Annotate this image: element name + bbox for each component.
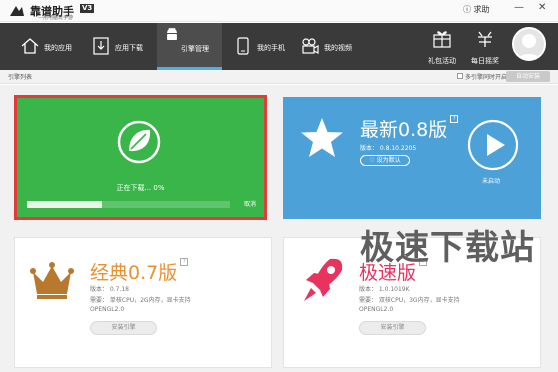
minimize-icon[interactable]: — <box>514 2 524 13</box>
close-icon[interactable]: ✕ <box>538 2 546 13</box>
question-mark-icon[interactable]: ? <box>450 115 459 123</box>
install-engine-button[interactable]: 安装引擎 <box>359 321 426 335</box>
main-nav: 我的应用 应用下载 引擎管理 我的手机 我的视频 礼包活动 每日摇奖 <box>0 23 558 70</box>
engine-latest-version: 版本： 0.8.10.2205 <box>360 145 417 152</box>
engine-latest-status: 未启动 <box>482 178 501 185</box>
download-status-text: 正在下载... 0% <box>116 184 165 192</box>
help-circle-icon: ⓘ <box>463 5 471 14</box>
engine-card-classic[interactable]: 经典0.7版? 版本： 0.7.18 需要： 单核CPU，2G内存，显卡支持 O… <box>14 237 272 368</box>
leaf-download-icon <box>117 120 161 164</box>
auto-install-button[interactable]: 自动安装 <box>506 71 550 82</box>
avatar[interactable] <box>512 27 546 61</box>
download-progress-bar <box>27 201 230 208</box>
engine-card-downloading[interactable]: 正在下载... 0% 取消 <box>14 95 267 220</box>
app-logo-icon <box>10 6 24 16</box>
nav-label: 应用下载 <box>115 44 143 52</box>
title-bar: 靠谱助手 V3 —用电脑玩手游 ⓘ 求助 — ✕ <box>0 0 558 22</box>
engine-classic-req-gl: OPENGL2.0 <box>90 306 125 313</box>
gift-activity-button[interactable]: 礼包活动 <box>422 27 462 67</box>
multi-engine-label: 多引擎同时开启 <box>465 74 508 81</box>
cancel-download-button[interactable]: 取消 <box>244 199 256 208</box>
video-camera-icon <box>302 38 319 54</box>
multi-engine-checkbox[interactable] <box>457 73 463 79</box>
install-engine-button[interactable]: 安装引擎 <box>90 321 157 335</box>
engine-fast-req: 需要： 双核CPU，3G内存，显卡支持 <box>359 297 460 304</box>
daily-label: 每日摇奖 <box>471 57 499 65</box>
daily-lottery-button[interactable]: 每日摇奖 <box>465 27 505 67</box>
help-link[interactable]: ⓘ 求助 <box>463 4 490 15</box>
play-start-icon[interactable] <box>467 119 519 171</box>
version-badge: V3 <box>80 4 95 13</box>
heart-icon: ♡ <box>369 157 375 164</box>
nav-engine-manage[interactable]: 引擎管理 <box>157 23 222 70</box>
lottery-icon <box>478 31 492 47</box>
app-slogan: —用电脑玩手游 <box>38 15 74 21</box>
engine-latest-title: 最新0.8版? <box>360 115 459 142</box>
nav-label: 我的应用 <box>44 44 72 52</box>
engine-fast-version: 版本： 1.0.1019K <box>359 286 410 293</box>
engine-classic-title: 经典0.7版? <box>90 258 189 285</box>
engine-fast-req-gl: OPENGL2.0 <box>359 306 394 313</box>
download-progress-fill <box>27 201 103 208</box>
nav-label: 我的视频 <box>324 44 352 52</box>
star-icon <box>301 118 343 157</box>
gift-label: 礼包活动 <box>428 57 456 65</box>
engine-classic-version: 版本： 0.7.18 <box>90 286 129 293</box>
engine-list-title: 引擎列表 <box>8 74 33 81</box>
crown-icon <box>30 262 74 299</box>
gift-icon <box>433 31 451 48</box>
nav-label: 引擎管理 <box>181 45 209 53</box>
set-default-button[interactable]: ♡ 设为默认 <box>360 155 410 166</box>
watermark: 极速下载站 <box>360 228 535 268</box>
phone-icon <box>237 37 249 55</box>
android-icon <box>167 27 177 40</box>
rocket-icon <box>304 258 343 301</box>
nav-label: 我的手机 <box>257 44 285 52</box>
engine-card-latest[interactable]: 最新0.8版? 版本： 0.8.10.2205 ♡ 设为默认 未启动 <box>283 97 541 219</box>
home-icon <box>21 38 39 54</box>
engine-classic-req: 需要： 单核CPU，2G内存，显卡支持 <box>90 297 191 304</box>
question-mark-icon[interactable]: ? <box>180 258 189 266</box>
download-icon <box>93 37 109 55</box>
engine-list-toolbar: 引擎列表 多引擎同时开启 自动安装 <box>0 70 558 84</box>
